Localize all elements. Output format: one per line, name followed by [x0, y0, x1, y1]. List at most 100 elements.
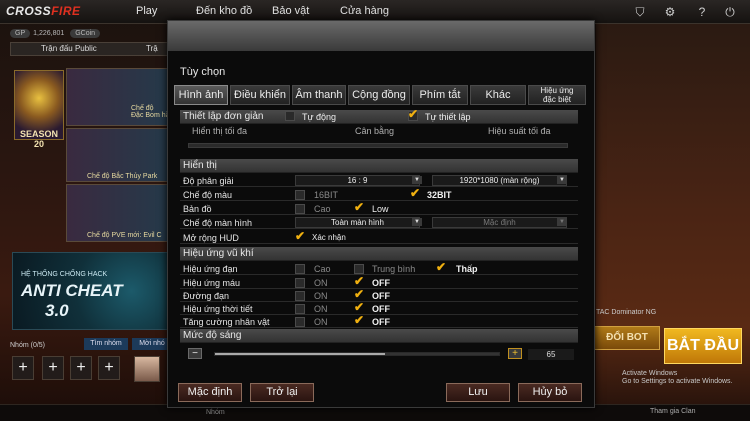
power-icon[interactable]: ⏻ — [722, 4, 738, 20]
character-on-checkbox[interactable] — [295, 317, 305, 327]
brightness-slider[interactable] — [214, 352, 500, 356]
bullet-low-check-icon[interactable]: ✔ — [436, 261, 446, 273]
character-enhance-row: Tăng cường nhân vật ON ✔ OFF — [180, 314, 578, 328]
trail-on-label: ON — [314, 291, 328, 301]
party-slot-1[interactable]: + — [12, 356, 34, 380]
bullet-high-checkbox[interactable] — [295, 264, 305, 274]
bullet-high-label: Cao — [314, 264, 331, 274]
party-slot-3[interactable]: + — [70, 356, 92, 380]
tab-sound[interactable]: Âm thanh — [292, 85, 346, 105]
anticheat-banner[interactable]: HỆ THỐNG CHỐNG HACK ANTI CHEAT 3.0 — [12, 252, 172, 330]
back-button[interactable]: Trở lại — [250, 383, 314, 402]
map-label: Bản đồ — [183, 204, 212, 214]
crossfire-logo[interactable]: CROSSFIRE — [6, 4, 81, 18]
bullet-medium-checkbox[interactable] — [354, 264, 364, 274]
brightness-minus-button[interactable]: − — [188, 348, 202, 359]
bullet-effect-label: Hiệu ứng đạn — [183, 264, 238, 274]
default-dropdown-icon[interactable]: ▼ — [557, 218, 567, 226]
activate-windows-notice: Activate Windows Go to Settings to activ… — [622, 370, 733, 386]
tab-other[interactable]: Khác — [470, 85, 526, 105]
screen-mode-row: Chế độ màn hình Toàn màn hình ▼ Mặc định… — [180, 217, 578, 229]
preset-max-display[interactable]: Hiển thị tối đa — [192, 125, 247, 137]
screen-mode-label: Chế độ màn hình — [183, 218, 253, 228]
gcoin-badge: GCoin — [70, 29, 101, 38]
aspect-select[interactable]: 16 : 9 — [295, 175, 420, 186]
party-slot-2[interactable]: + — [42, 356, 64, 380]
tab-community[interactable]: Cộng đồng — [348, 85, 410, 105]
cancel-button[interactable]: Hủy bỏ — [518, 383, 582, 402]
season-label: SEASON 20 — [19, 129, 58, 149]
character-enhance-label: Tăng cường nhân vật — [183, 317, 270, 327]
simple-setup-section: Thiết lập đơn giản Tự động ✔ Tự thiết lậ… — [180, 107, 578, 124]
simple-setup-label: Thiết lập đơn giản — [183, 111, 264, 122]
shield-icon[interactable]: ⛉ — [632, 4, 648, 20]
screen-mode-select[interactable]: Toàn màn hình — [295, 217, 420, 228]
blood-off-check-icon[interactable]: ✔ — [354, 275, 364, 287]
anticheat-subtitle: HỆ THỐNG CHỐNG HACK — [21, 271, 108, 278]
screen-mode-dropdown-icon[interactable]: ▼ — [412, 218, 422, 226]
channel-selector-2[interactable]: Trậ — [146, 44, 158, 53]
map-high-checkbox[interactable] — [295, 204, 305, 214]
nav-inventory[interactable]: Đến kho đồ — [196, 5, 252, 17]
tab-special-effects[interactable]: Hiệu ứng đặc biệt — [528, 85, 586, 105]
bottom-group-label[interactable]: Nhóm — [206, 409, 225, 416]
bit16-checkbox[interactable] — [295, 190, 305, 200]
invite-button[interactable]: Mời nhó — [132, 338, 172, 350]
anticheat-title: ANTI CHEAT — [21, 281, 123, 300]
resolution-dropdown-icon[interactable]: ▼ — [557, 176, 567, 184]
weather-effect-label: Hiệu ứng thời tiết — [183, 304, 253, 314]
nav-shop[interactable]: Cửa hàng — [340, 5, 389, 17]
bullet-trail-row: Đường đạn ON ✔ OFF — [180, 288, 578, 302]
preset-max-performance[interactable]: Hiệu suất tối đa — [488, 125, 551, 137]
blood-effect-label: Hiệu ứng máu — [183, 278, 241, 288]
gear-icon[interactable]: ⚙ — [662, 4, 678, 20]
party-label: Nhóm (0/5) — [10, 342, 46, 349]
join-clan-link[interactable]: Tham gia Clan — [650, 408, 696, 415]
party-slot-4[interactable]: + — [98, 356, 120, 380]
bullet-low-label: Thấp — [456, 264, 478, 274]
nav-play[interactable]: Play — [136, 5, 157, 17]
brightness-plus-button[interactable]: + — [508, 348, 522, 359]
tab-graphics[interactable]: Hình ảnh — [174, 85, 228, 105]
bullet-medium-label: Trung bình — [372, 264, 416, 274]
gp-value: 1,226,801 — [33, 30, 65, 37]
bit32-check-icon[interactable]: ✔ — [410, 187, 420, 199]
map-name: TAC Dominator NG — [596, 309, 657, 316]
hud-check-icon[interactable]: ✔ — [295, 230, 305, 242]
default-select[interactable]: Mặc định — [432, 217, 567, 228]
activate-title: Activate Windows — [622, 370, 678, 377]
trail-off-label: OFF — [372, 291, 390, 301]
character-off-check-icon[interactable]: ✔ — [354, 314, 364, 326]
start-button[interactable]: BẮT ĐẦU — [664, 328, 742, 364]
tab-shortcuts[interactable]: Phím tắt — [412, 85, 468, 105]
preset-slider-track[interactable] — [188, 143, 568, 148]
event-card-1[interactable]: Chế độ Đặc Bom hầy m — [66, 68, 181, 126]
dialog-header[interactable] — [168, 21, 594, 51]
change-bot-button[interactable]: ĐỔI BOT — [594, 326, 660, 350]
weather-off-check-icon[interactable]: ✔ — [354, 301, 364, 313]
bullet-effect-row: Hiệu ứng đạn Cao Trung bình ✔ Thấp — [180, 261, 578, 275]
blood-on-checkbox[interactable] — [295, 278, 305, 288]
avatar[interactable] — [134, 356, 160, 382]
event-card-3[interactable]: Chế độ PVE mới: Evil C — [66, 184, 172, 242]
weather-on-checkbox[interactable] — [295, 304, 305, 314]
preset-balanced[interactable]: Cân bằng — [355, 125, 394, 137]
map-low-check-icon[interactable]: ✔ — [354, 201, 364, 213]
auto-checkbox[interactable] — [285, 111, 295, 121]
reset-default-button[interactable]: Mặc định — [178, 383, 242, 402]
help-icon[interactable]: ? — [694, 4, 710, 20]
nav-treasure[interactable]: Bảo vật — [272, 5, 309, 17]
anticheat-version: 3.0 — [45, 301, 69, 320]
save-button[interactable]: Lưu — [446, 383, 510, 402]
event-card-2[interactable]: Chế độ Bắc Thủy Park — [66, 128, 172, 182]
tab-controls[interactable]: Điều khiển — [230, 85, 290, 105]
resolution-select[interactable]: 1920*1080 (màn rộng) — [432, 175, 567, 186]
custom-check-icon: ✔ — [408, 107, 419, 121]
bit16-label: 16BIT — [314, 190, 339, 200]
find-team-button[interactable]: Tìm nhóm — [84, 338, 128, 350]
hud-confirm-label: Xác nhận — [312, 233, 346, 242]
aspect-dropdown-icon[interactable]: ▼ — [412, 176, 422, 184]
event-card-3-text: Chế độ PVE mới: Evil C — [87, 232, 162, 239]
trail-on-checkbox[interactable] — [295, 291, 305, 301]
trail-off-check-icon[interactable]: ✔ — [354, 288, 364, 300]
